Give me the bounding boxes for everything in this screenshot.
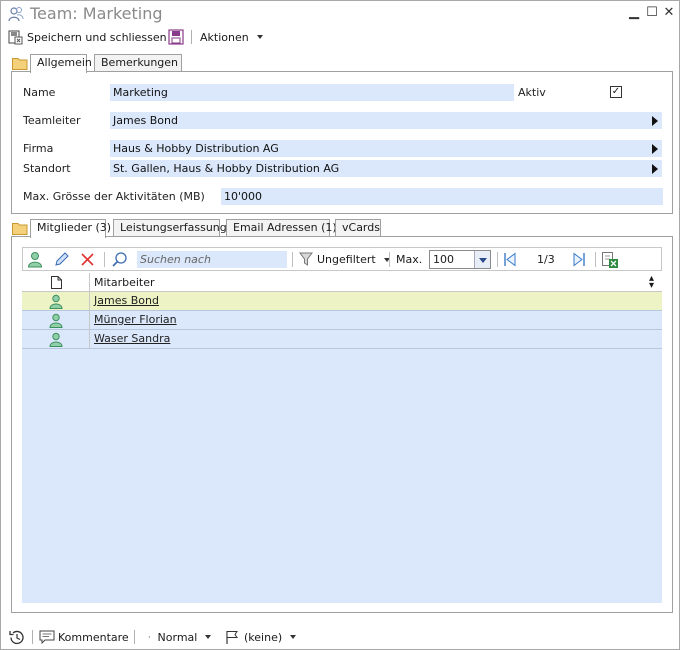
leader-field[interactable]: James Bond (110, 112, 662, 129)
chevron-down-icon (256, 35, 263, 39)
chevron-right-icon[interactable] (652, 116, 658, 126)
close-icon[interactable]: ✕ (662, 5, 676, 21)
members-grid: Mitarbeiter ▴ ▾ James Bond Münger Florian (22, 273, 662, 603)
person-icon (49, 313, 63, 328)
grid-toolbar: Suchen nach Ungefiltert Max. 100 1/3 (22, 247, 662, 271)
person-icon (49, 294, 63, 309)
tab-vcards[interactable]: vCards (335, 219, 381, 237)
document-icon (51, 276, 62, 289)
member-name-link[interactable]: Münger Florian (94, 313, 177, 326)
actions-menu[interactable]: Aktionen (200, 29, 263, 45)
person-icon (49, 332, 63, 347)
save-close-button[interactable]: Speichern und schliessen (8, 29, 167, 45)
excel-export-icon[interactable] (601, 251, 619, 269)
name-field[interactable]: Marketing (110, 84, 514, 101)
chevron-down-icon[interactable] (474, 251, 490, 268)
history-icon[interactable] (8, 629, 25, 646)
maxsize-field[interactable]: 10'000 (221, 188, 663, 205)
max-select[interactable]: 100 (429, 250, 491, 269)
filter-menu[interactable]: Ungefiltert (299, 251, 390, 268)
top-tab-bar: Allgemein Bemerkungen (30, 54, 230, 73)
comments-button[interactable]: Kommentare (39, 629, 129, 645)
maxsize-label: Max. Grösse der Aktivitäten (MB) (23, 190, 205, 203)
save-icon (168, 29, 184, 45)
bottom-tab-bar: Mitglieder (3) Leistungserfassung Email … (30, 219, 430, 238)
grid-header: Mitarbeiter ▴ ▾ (22, 273, 662, 292)
save-button[interactable] (168, 29, 184, 45)
member-name-link[interactable]: James Bond (94, 294, 159, 307)
table-row[interactable]: Münger Florian (22, 311, 662, 330)
active-label: Aktiv (518, 86, 546, 99)
maximize-icon[interactable]: ☐ (645, 5, 659, 21)
leader-label: Teamleiter (23, 114, 81, 127)
table-row[interactable]: Waser Sandra (22, 330, 662, 349)
toolbar: Speichern und schliessen Aktionen (1, 27, 679, 47)
active-checkbox[interactable]: ✓ (610, 86, 622, 98)
location-field[interactable]: St. Gallen, Haus & Hobby Distribution AG (110, 160, 662, 177)
tab-mitglieder[interactable]: Mitglieder (3) (30, 219, 111, 238)
last-page-icon[interactable] (572, 252, 586, 267)
member-name-link[interactable]: Waser Sandra (94, 332, 170, 345)
location-label: Standort (23, 162, 71, 175)
tab-email-adressen[interactable]: Email Adressen (1) (226, 219, 337, 237)
chevron-down-icon (205, 635, 212, 639)
search-icon[interactable] (111, 251, 128, 268)
actions-label: Aktionen (200, 30, 249, 44)
column-header-mitarbeiter[interactable]: Mitarbeiter (94, 276, 155, 289)
title-bar: Team: Marketing ▁ ☐ ✕ (1, 1, 679, 27)
general-panel: Name Marketing Aktiv ✓ Teamleiter James … (11, 71, 673, 214)
search-input[interactable]: Suchen nach (137, 251, 287, 268)
minimize-icon[interactable]: ▁ (627, 5, 641, 21)
chevron-right-icon[interactable] (652, 164, 658, 174)
save-close-label: Speichern und schliessen (27, 30, 167, 44)
pencil-icon[interactable] (53, 251, 70, 268)
status-bar: Kommentare · Normal (keine) (1, 625, 679, 649)
tab-allgemein[interactable]: Allgemein (30, 54, 92, 73)
sort-icon[interactable]: ▴ ▾ (649, 274, 654, 291)
company-field[interactable]: Haus & Hobby Distribution AG (110, 140, 662, 157)
chevron-down-icon (290, 635, 297, 639)
tab-bemerkungen[interactable]: Bemerkungen (94, 54, 182, 72)
tab-leistungserfassung[interactable]: Leistungserfassung (113, 219, 227, 237)
folder-icon (12, 58, 28, 70)
max-label: Max. (396, 253, 423, 266)
folder-icon (12, 223, 28, 235)
page-indicator: 1/3 (537, 253, 555, 266)
table-row[interactable]: James Bond (22, 292, 662, 311)
team-icon (8, 7, 24, 22)
comment-icon (39, 630, 55, 644)
flag-icon (226, 630, 238, 644)
team-window: Team: Marketing ▁ ☐ ✕ Speichern und schl… (0, 0, 680, 650)
chevron-right-icon[interactable] (652, 144, 658, 154)
filter-icon (299, 252, 313, 266)
person-icon[interactable] (27, 251, 43, 268)
priority-dot-icon: · (148, 632, 151, 642)
priority-menu[interactable]: · Normal (148, 629, 212, 645)
save-close-icon (8, 30, 23, 44)
company-label: Firma (23, 142, 54, 155)
first-page-icon[interactable] (503, 252, 517, 267)
delete-icon[interactable] (80, 252, 95, 267)
flag-menu[interactable]: (keine) (225, 629, 297, 645)
window-title: Team: Marketing (30, 4, 163, 23)
name-label: Name (23, 86, 56, 99)
